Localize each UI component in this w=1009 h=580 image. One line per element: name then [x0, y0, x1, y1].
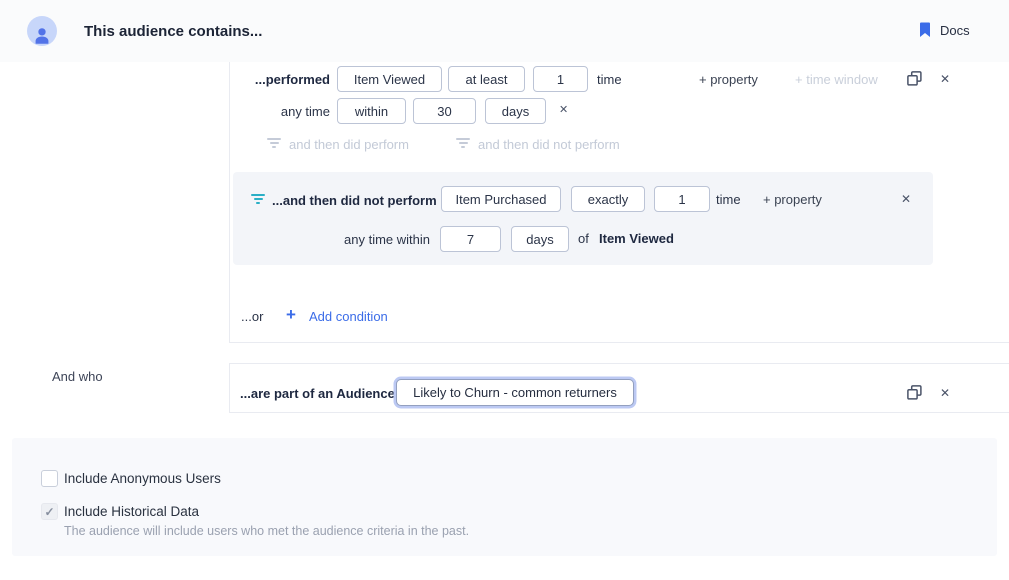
add-property-link[interactable]: + property [699, 72, 758, 87]
sub-window-value-input[interactable] [440, 226, 501, 252]
audience-label: ...are part of an Audience [240, 386, 395, 401]
bookmark-icon [919, 22, 931, 38]
then-did-perform-option[interactable]: and then did perform [289, 137, 409, 152]
remove-window-icon[interactable]: ✕ [559, 105, 568, 116]
any-time-label: any time [250, 104, 330, 119]
docs-label: Docs [940, 23, 970, 38]
audience-select[interactable]: Likely to Churn - common returners [396, 379, 634, 406]
person-icon [31, 24, 53, 46]
sub-count-unit-label: time [716, 192, 741, 207]
historical-data-description: The audience will include users who met … [64, 524, 469, 538]
sub-add-property-link[interactable]: + property [763, 192, 822, 207]
window-mode-select[interactable]: within [337, 98, 406, 124]
did-not-perform-label: ...and then did not perform [272, 193, 437, 208]
count-input[interactable] [533, 66, 588, 92]
window-unit-select[interactable]: days [485, 98, 546, 124]
plus-icon[interactable]: + [286, 306, 296, 323]
page-title: This audience contains... [84, 23, 262, 40]
sub-window-unit-select[interactable]: days [511, 226, 569, 252]
add-time-window-link: + time window [795, 72, 878, 87]
performed-label: ...performed [230, 72, 330, 87]
options-panel [12, 438, 997, 556]
anonymous-users-checkbox[interactable]: ✓ [41, 470, 58, 487]
of-label: of [578, 231, 589, 246]
operator-select[interactable]: at least [448, 66, 525, 92]
remove-audience-icon[interactable]: ✕ [940, 387, 950, 399]
window-value-input[interactable] [413, 98, 476, 124]
check-icon: ✓ [44, 505, 54, 519]
docs-button[interactable]: Docs [919, 22, 970, 38]
reference-event-label: Item Viewed [599, 231, 674, 246]
sub-operator-select[interactable]: exactly [571, 186, 645, 212]
remove-sub-condition-icon[interactable]: ✕ [901, 193, 911, 205]
audience-builder-page: This audience contains... Docs ...perfor… [0, 0, 1009, 580]
filter-icon [456, 138, 470, 148]
anonymous-users-label: Include Anonymous Users [64, 471, 221, 486]
duplicate-condition-icon[interactable] [907, 71, 922, 86]
count-unit-label: time [597, 72, 622, 87]
then-did-not-perform-option[interactable]: and then did not perform [478, 137, 620, 152]
sub-window-label: any time within [330, 232, 430, 247]
filter-icon [267, 138, 281, 148]
and-who-label: And who [52, 369, 103, 384]
duplicate-audience-icon[interactable] [907, 385, 922, 400]
sub-count-input[interactable] [654, 186, 710, 212]
historical-data-checkbox[interactable]: ✓ [41, 503, 58, 520]
sub-event-select[interactable]: Item Purchased [441, 186, 561, 212]
remove-condition-icon[interactable]: ✕ [940, 73, 950, 85]
add-condition-link[interactable]: Add condition [309, 309, 388, 324]
filter-icon [251, 194, 265, 204]
or-label: ...or [241, 309, 263, 324]
event-select[interactable]: Item Viewed [337, 66, 442, 92]
header: This audience contains... Docs [0, 0, 1009, 62]
historical-data-label: Include Historical Data [64, 504, 199, 519]
avatar [27, 16, 57, 46]
